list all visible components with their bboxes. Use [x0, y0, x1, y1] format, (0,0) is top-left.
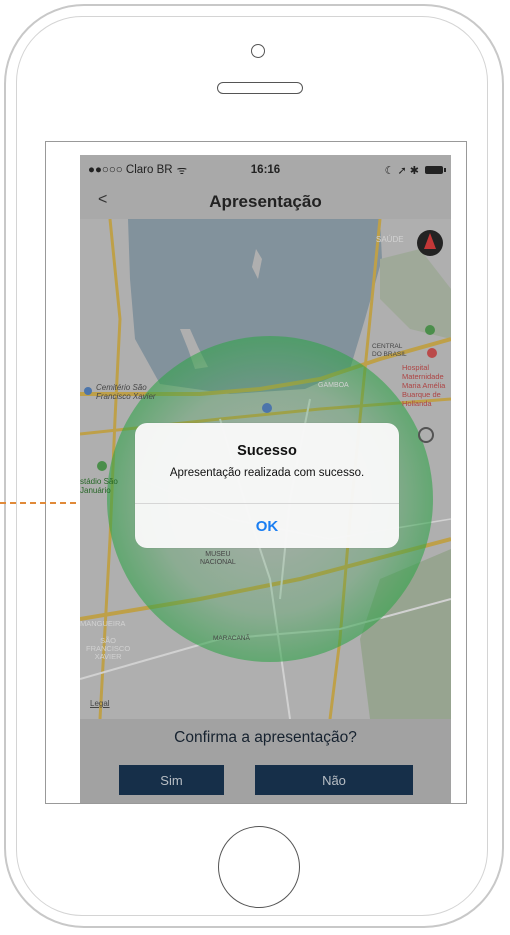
alert-ok-button[interactable]: OK: [135, 504, 399, 548]
map-label-maracana: MARACANÃ: [213, 635, 250, 642]
annotation-connector: [0, 502, 76, 504]
wifi-icon: ᯤ: [176, 164, 188, 177]
alert-title: Sucesso: [237, 443, 297, 459]
map-label-central: CENTRAL DO BRASIL: [372, 343, 407, 358]
confirm-question: Confirma a apresentação?: [174, 729, 357, 746]
camera-icon: [251, 44, 265, 58]
navigation-bar: < Apresentação: [80, 185, 451, 219]
speaker-grille: [217, 82, 303, 94]
map-label-cemiterio: Cemitério São Francisco Xavier: [96, 383, 156, 401]
map-label-hospital: Hospital Maternidade Maria Amélia Buarqu…: [402, 363, 446, 408]
confirm-panel: Confirma a apresentação? Sim Não: [80, 719, 451, 803]
map-label-saude: SAÚDE: [376, 235, 404, 244]
alert-message: Apresentação realizada com sucesso.: [169, 467, 365, 479]
map-label-sao-francisco: SÃO FRANCISCO XAVIER: [86, 636, 131, 661]
yes-button[interactable]: Sim: [119, 765, 224, 795]
battery-icon: [425, 166, 446, 174]
phone-screen: ●●○○○ Claro BR ᯤ 16:16 ☾ ➚ ✱ < Apresenta…: [80, 155, 451, 803]
map-label-museu: MUSEU NACIONAL: [200, 551, 236, 566]
map-label-gamboa: GAMBOA: [318, 382, 349, 389]
no-button[interactable]: Não: [255, 765, 413, 795]
home-button[interactable]: [218, 826, 300, 908]
map-label-estadio: stádio São Januário: [80, 477, 118, 495]
page-title: Apresentação: [209, 192, 322, 211]
status-icons: ☾ ➚ ✱: [384, 164, 419, 177]
status-bar: ●●○○○ Claro BR ᯤ 16:16 ☾ ➚ ✱: [80, 155, 451, 185]
carrier-label: ●●○○○ Claro BR: [88, 164, 173, 176]
map-label-mangueira: MANGUEIRA: [80, 619, 126, 628]
pin-icon: [262, 403, 272, 413]
back-button[interactable]: <: [98, 191, 107, 209]
success-alert: Sucesso Apresentação realizada com suces…: [135, 423, 399, 548]
legal-link[interactable]: Legal: [90, 699, 110, 708]
